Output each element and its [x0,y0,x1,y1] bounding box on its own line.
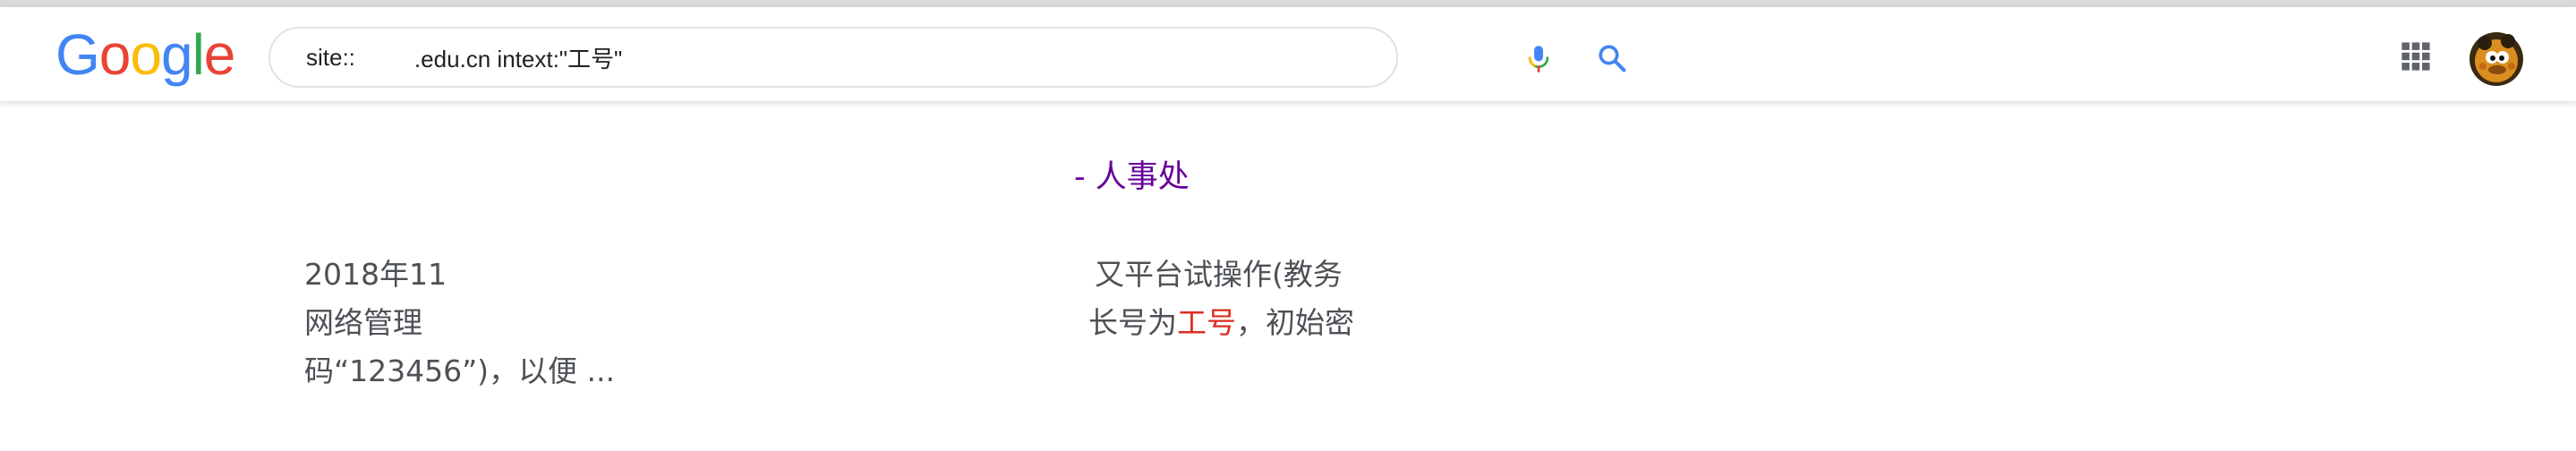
redacted-text-gap [422,299,1088,347]
logo-letter: o [130,22,162,87]
search-query-right: .edu.cn intext:"工号" [414,45,623,72]
snippet-text: 长号为 [1088,305,1177,340]
result-snippet: 2018年11 又平台试操作(教务 网络管理 长号为 工号 ，初始密 码“123… [304,251,1361,396]
browser-top-border [0,0,2576,7]
avatar-image [2465,27,2528,89]
logo-letter: g [160,22,193,87]
search-header: Google site:: .edu.cn intext:"工号" [0,7,2576,102]
logo-letter: o [98,22,132,87]
logo-letter: l [192,22,205,87]
search-icon[interactable] [1597,43,1627,73]
snippet-line-1: 2018年11 又平台试操作(教务 [304,251,1361,299]
logo-letter: e [203,22,236,87]
snippet-line-3: 码“123456”)，以便 ... [304,347,1361,396]
logo-letter: G [55,22,100,87]
snippet-highlight: 工号 [1177,305,1236,340]
google-logo[interactable]: Google [55,23,235,86]
search-query-left: site:: [306,43,355,71]
mic-icon[interactable] [1525,45,1552,73]
search-box[interactable]: site:: .edu.cn intext:"工号" [269,27,1626,88]
search-input[interactable]: site:: .edu.cn intext:"工号" [306,29,1201,86]
snippet-text: 又平台试操作(教务 [1094,257,1343,292]
result-title-link[interactable]: - 人事处 [1074,154,1190,200]
snippet-line-2: 网络管理 长号为 工号 ，初始密 [304,299,1361,347]
apps-grid-icon[interactable] [2401,41,2431,72]
snippet-text: ，初始密 [1236,305,1354,340]
snippet-text: 码“123456”)，以便 ... [304,353,615,388]
user-avatar[interactable] [2465,27,2528,89]
snippet-text: 网络管理 [304,305,422,340]
snippet-text: 2018年11 [304,257,447,292]
redacted-text-gap [446,251,1095,299]
